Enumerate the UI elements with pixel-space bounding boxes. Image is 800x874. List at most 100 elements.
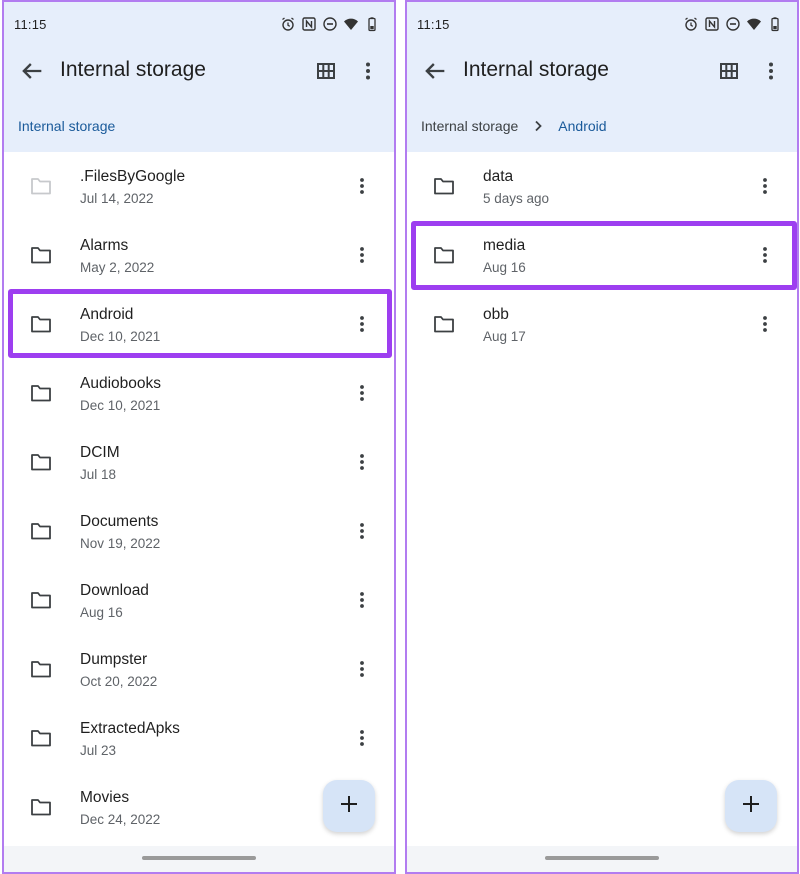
list-item[interactable]: Documents Nov 19, 2022 [4,497,394,566]
alarm-icon [683,16,699,32]
app-header: 11:15 Internal storage Internal storage [4,2,394,152]
more-vert-icon[interactable] [350,450,374,474]
status-time: 11:15 [417,17,450,32]
item-date: Oct 20, 2022 [80,674,158,689]
folder-icon [30,246,52,264]
wifi-icon [746,16,762,32]
item-date: May 2, 2022 [80,260,155,275]
item-date: 5 days ago [483,191,550,206]
list-item[interactable]: Audiobooks Dec 10, 2021 [4,359,394,428]
item-name: Alarms [80,237,129,254]
file-list: data 5 days ago media Aug 16 obb Aug 17 [407,152,797,359]
plus-icon [739,792,763,821]
left-phone-screen: 11:15 Internal storage Internal storage … [2,0,396,874]
folder-icon [433,246,455,264]
item-name: Android [80,306,134,323]
more-vert-icon[interactable] [356,59,380,83]
breadcrumb: Internal storage Android [421,118,607,134]
navigation-handle[interactable] [545,856,659,860]
item-name: Audiobooks [80,375,162,392]
list-item[interactable]: Alarms May 2, 2022 [4,221,394,290]
folder-icon [30,315,52,333]
plus-icon [337,792,361,821]
item-name: Dumpster [80,651,148,668]
more-vert-icon[interactable] [350,726,374,750]
folder-icon [30,453,52,471]
item-date: Aug 16 [80,605,123,620]
more-vert-icon[interactable] [350,243,374,267]
toolbar: Internal storage [407,48,797,94]
more-vert-icon[interactable] [753,312,777,336]
do-not-disturb-icon [322,16,338,32]
item-name: obb [483,306,509,323]
nfc-icon [301,16,317,32]
item-date: Dec 10, 2021 [80,329,161,344]
more-vert-icon[interactable] [759,59,783,83]
item-date: Jul 23 [80,743,117,758]
add-button[interactable] [323,780,375,832]
folder-icon [30,177,52,195]
item-date: Jul 14, 2022 [80,191,154,206]
more-vert-icon[interactable] [753,174,777,198]
alarm-icon [280,16,296,32]
breadcrumb-android[interactable]: Android [558,118,606,134]
chevron-right-icon [532,120,544,132]
list-item[interactable]: data 5 days ago [407,152,797,221]
item-date: Nov 19, 2022 [80,536,161,551]
item-name: .FilesByGoogle [80,168,186,185]
more-vert-icon[interactable] [350,174,374,198]
more-vert-icon[interactable] [350,588,374,612]
list-item[interactable]: .FilesByGoogle Jul 14, 2022 [4,152,394,221]
item-name: Documents [80,513,159,530]
nfc-icon [704,16,720,32]
breadcrumb: Internal storage [18,118,115,134]
do-not-disturb-icon [725,16,741,32]
file-list: .FilesByGoogle Jul 14, 2022 Alarms May 2… [4,152,394,842]
status-icons [683,16,783,32]
back-arrow-icon[interactable] [421,57,449,85]
list-item[interactable]: ExtractedApks Jul 23 [4,704,394,773]
folder-icon [30,384,52,402]
navigation-handle[interactable] [142,856,256,860]
item-date: Aug 16 [483,260,526,275]
list-item[interactable]: Dumpster Oct 20, 2022 [4,635,394,704]
more-vert-icon[interactable] [350,657,374,681]
item-date: Dec 10, 2021 [80,398,161,413]
breadcrumb-internal-storage[interactable]: Internal storage [421,118,518,134]
page-title: Internal storage [60,58,206,81]
status-bar: 11:15 [407,2,797,48]
grid-view-icon[interactable] [314,59,338,83]
item-date: Jul 18 [80,467,117,482]
folder-icon [433,315,455,333]
right-phone-screen: 11:15 Internal storage Internal storage … [405,0,799,874]
back-arrow-icon[interactable] [18,57,46,85]
item-name: data [483,168,514,185]
more-vert-icon[interactable] [350,381,374,405]
more-vert-icon[interactable] [350,312,374,336]
more-vert-icon[interactable] [753,243,777,267]
app-header: 11:15 Internal storage Internal storage … [407,2,797,152]
item-date: Dec 24, 2022 [80,812,161,827]
item-name: ExtractedApks [80,720,180,737]
page-title: Internal storage [463,58,609,81]
list-item[interactable]: obb Aug 17 [407,290,797,359]
list-item[interactable]: DCIM Jul 18 [4,428,394,497]
folder-icon [30,591,52,609]
item-name: Movies [80,789,130,806]
wifi-icon [343,16,359,32]
item-date: Aug 17 [483,329,526,344]
list-item[interactable]: Download Aug 16 [4,566,394,635]
list-item[interactable]: Android Dec 10, 2021 [4,290,394,359]
folder-icon [30,729,52,747]
status-bar: 11:15 [4,2,394,48]
item-name: DCIM [80,444,120,461]
status-time: 11:15 [14,17,47,32]
breadcrumb-internal-storage[interactable]: Internal storage [18,118,115,134]
item-name: Download [80,582,149,599]
folder-icon [30,798,52,816]
battery-icon [767,16,783,32]
add-button[interactable] [725,780,777,832]
more-vert-icon[interactable] [350,519,374,543]
grid-view-icon[interactable] [717,59,741,83]
list-item[interactable]: media Aug 16 [407,221,797,290]
